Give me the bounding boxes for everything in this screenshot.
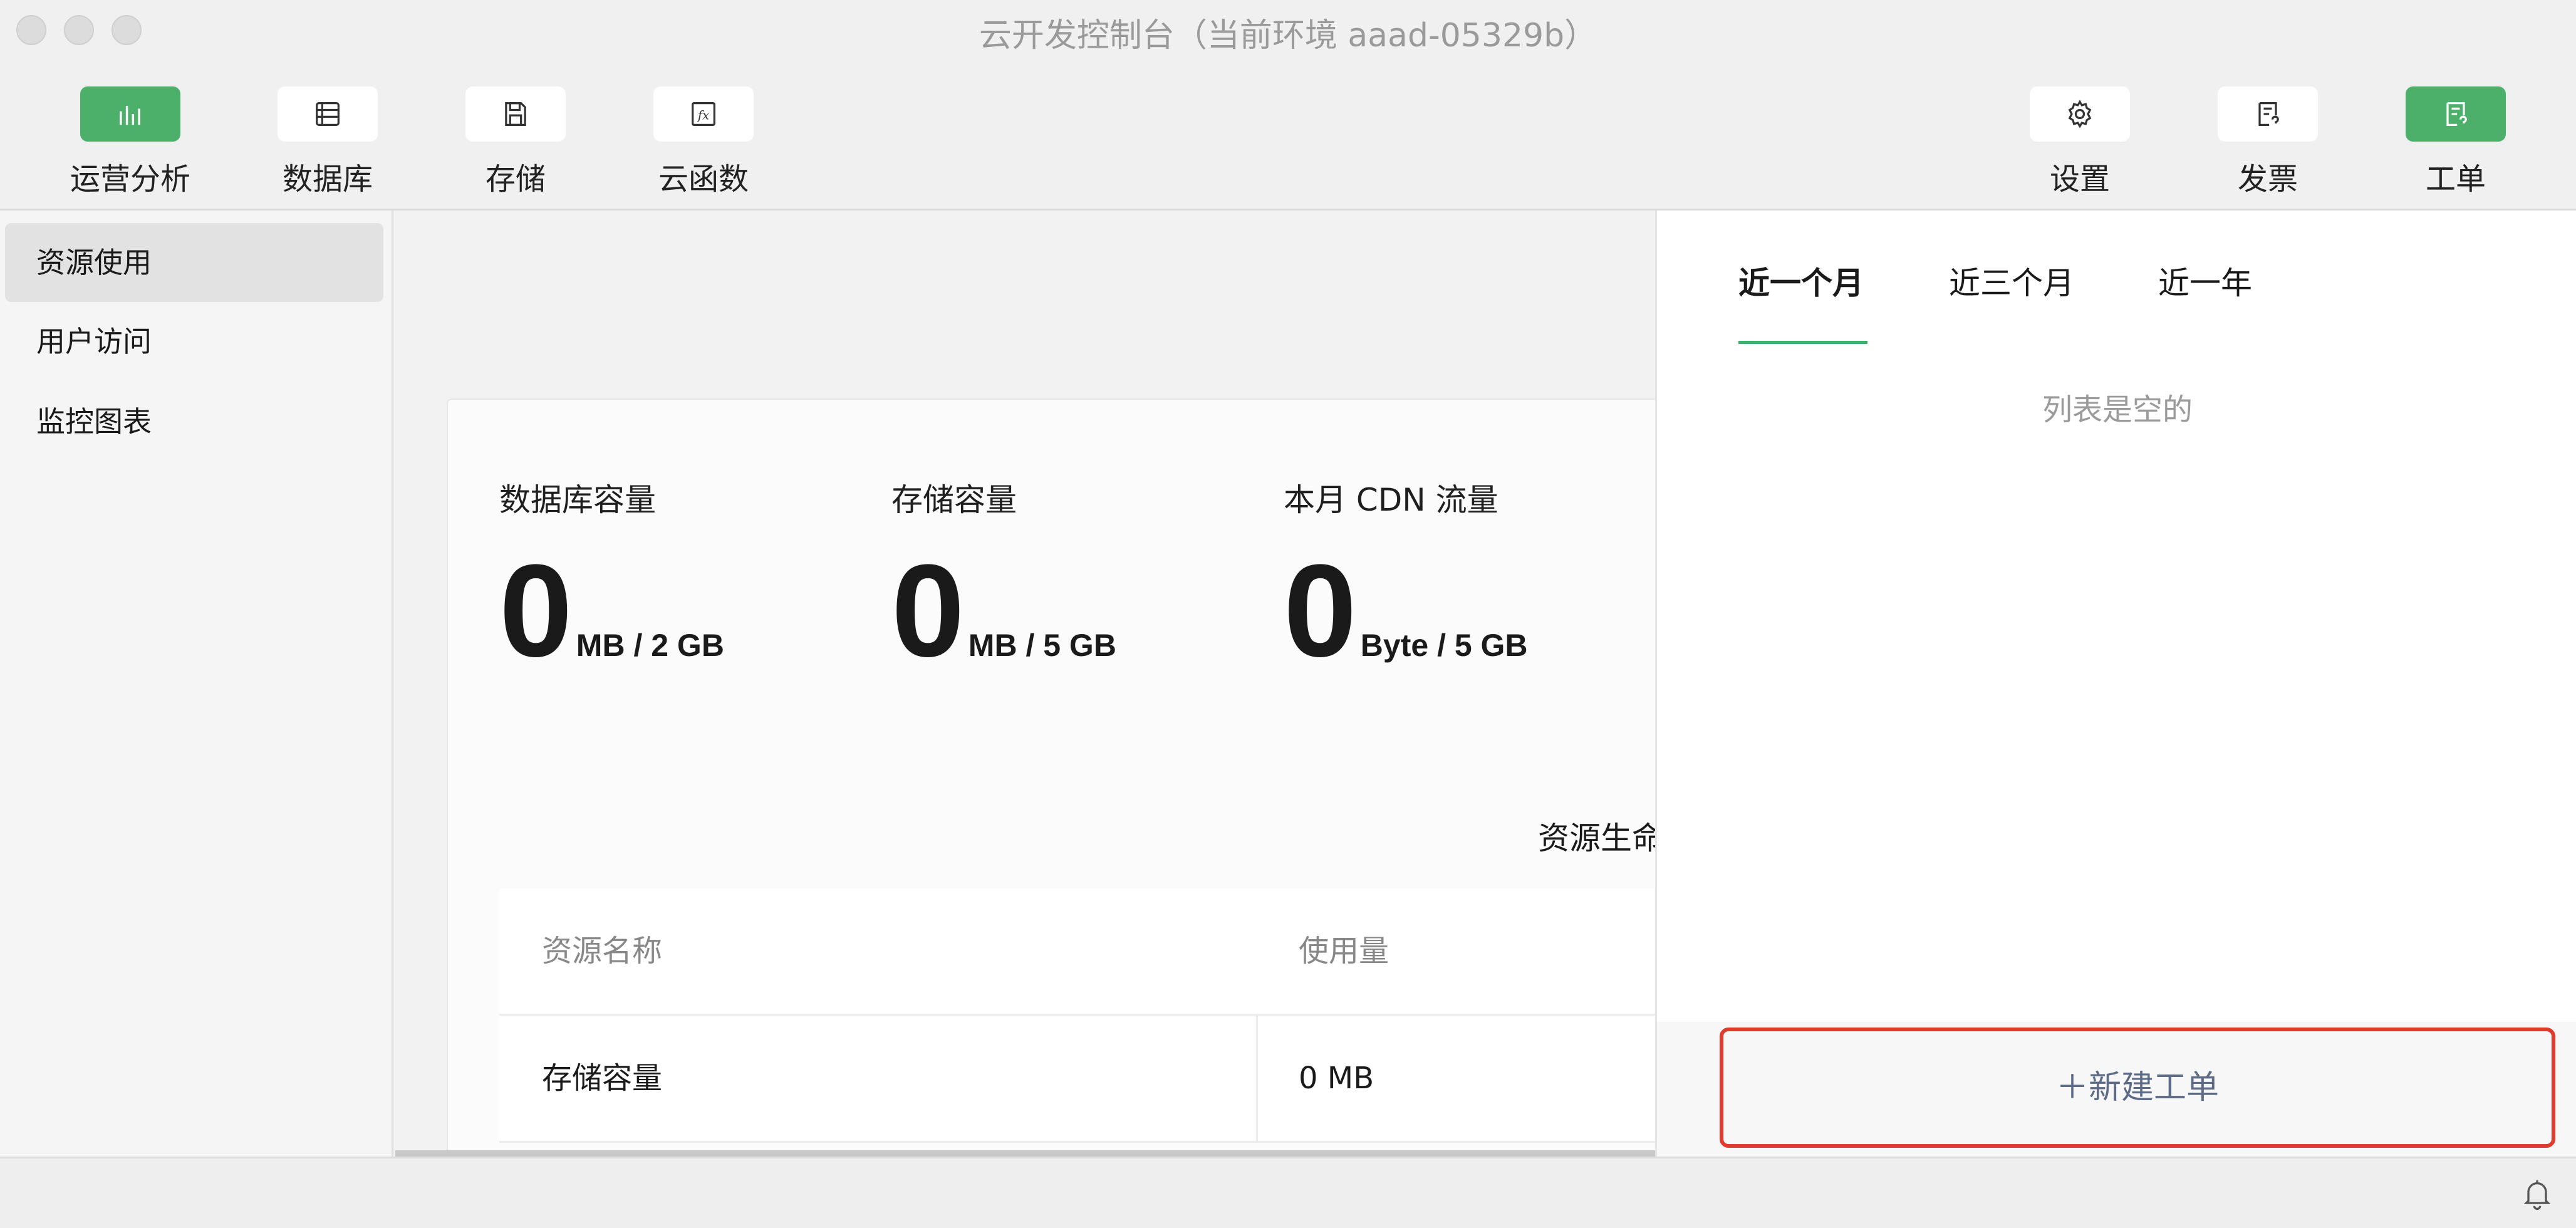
toolbar-label-storage: 存储	[485, 162, 546, 197]
toolbar-ticket[interactable]: 工单	[2381, 86, 2531, 198]
ticket-panel: 近一个月 近三个月 近一年 列表是空的 ＋新建工单	[1655, 211, 2576, 1157]
table-header: 资源名称 使用量	[499, 888, 1655, 1016]
header-usage: 使用量	[1299, 934, 1389, 969]
status-bar	[0, 1157, 2576, 1228]
sidebar-item-monitor-charts[interactable]: 监控图表	[5, 382, 383, 461]
empty-list-message: 列表是空的	[2042, 392, 2193, 427]
toolbar-label-database: 数据库	[282, 162, 373, 197]
sidebar-item-user-access[interactable]: 用户访问	[5, 302, 383, 381]
new-ticket-button[interactable]: ＋新建工单	[1720, 1028, 2555, 1148]
toolbar-label-cloud-function: 云函数	[658, 162, 749, 197]
toolbar-storage[interactable]: 存储	[440, 86, 591, 198]
function-icon[interactable]: fx	[653, 86, 754, 142]
stat-value: 0	[1284, 537, 1357, 684]
save-icon[interactable]	[465, 86, 566, 142]
toolbar-database[interactable]: 数据库	[252, 86, 403, 198]
stat-title: 数据库容量	[499, 482, 656, 518]
title-bar: 云开发控制台（当前环境 aaad-05329b）	[0, 0, 2576, 56]
bar-chart-icon[interactable]	[80, 86, 180, 142]
main-content: 数据库容量 0 MB / 2 GB 存储容量 0 MB / 5 GB 本月 CDN …	[395, 211, 1655, 1157]
stat-storage-capacity: 存储容量 0 MB / 5 GB	[891, 475, 1116, 677]
tab-last-three-months[interactable]: 近三个月	[1949, 258, 2074, 303]
stat-title: 本月 CDN 流量	[1284, 482, 1498, 518]
toolbar-cloud-function[interactable]: fx 云函数	[628, 86, 779, 198]
stat-unit: Byte / 5 GB	[1360, 628, 1528, 663]
table-row: 存储容量 0 MB	[499, 1016, 1655, 1143]
stat-cdn-traffic: 本月 CDN 流量 0 Byte / 5 GB	[1284, 475, 1528, 677]
window-title: 云开发控制台（当前环境 aaad-05329b）	[979, 17, 1597, 55]
header-resource-name: 资源名称	[542, 934, 663, 969]
stat-unit: MB / 5 GB	[968, 628, 1116, 663]
sidebar: 资源使用 用户访问 监控图表	[0, 211, 393, 1157]
tab-last-year[interactable]: 近一年	[2158, 258, 2252, 303]
invoice-icon[interactable]	[2218, 86, 2318, 142]
toolbar-label-ticket: 工单	[2425, 162, 2486, 197]
horizontal-scrollbar[interactable]	[395, 1150, 1655, 1157]
stat-database-capacity: 数据库容量 0 MB / 2 GB	[499, 475, 724, 677]
stat-title: 存储容量	[891, 482, 1017, 518]
toolbar-invoice[interactable]: 发票	[2193, 86, 2343, 198]
resource-table: 资源名称 使用量 存储容量 0 MB	[499, 888, 1655, 1143]
svg-text:fx: fx	[697, 108, 709, 123]
tab-last-month[interactable]: 近一个月	[1738, 258, 1864, 303]
toolbar-analytics[interactable]: 运营分析	[55, 86, 205, 198]
toolbar-label-analytics: 运营分析	[70, 162, 190, 197]
stat-value: 0	[499, 537, 573, 684]
resource-lifecycle-label: 资源生命	[1538, 820, 1655, 856]
database-icon[interactable]	[278, 86, 378, 142]
gear-icon[interactable]	[2030, 86, 2130, 142]
cell-resource-name: 存储容量	[542, 1061, 663, 1096]
toolbar-label-invoice: 发票	[2237, 162, 2298, 197]
column-divider	[1256, 1016, 1258, 1141]
sidebar-item-resource-usage[interactable]: 资源使用	[5, 223, 383, 302]
active-tab-indicator	[1738, 341, 1867, 344]
stat-unit: MB / 2 GB	[576, 628, 724, 663]
cell-usage: 0 MB	[1299, 1061, 1374, 1096]
toolbar-settings[interactable]: 设置	[2005, 86, 2155, 198]
toolbar-label-settings: 设置	[2049, 162, 2110, 197]
toolbar: 运营分析 数据库 存储 fx 云函数 设置 发票 工单	[0, 56, 2576, 211]
stat-value: 0	[891, 537, 965, 684]
resource-card: 数据库容量 0 MB / 2 GB 存储容量 0 MB / 5 GB 本月 CDN …	[447, 398, 1655, 1157]
ticket-icon[interactable]	[2406, 86, 2506, 142]
bell-icon[interactable]	[2520, 1176, 2555, 1211]
